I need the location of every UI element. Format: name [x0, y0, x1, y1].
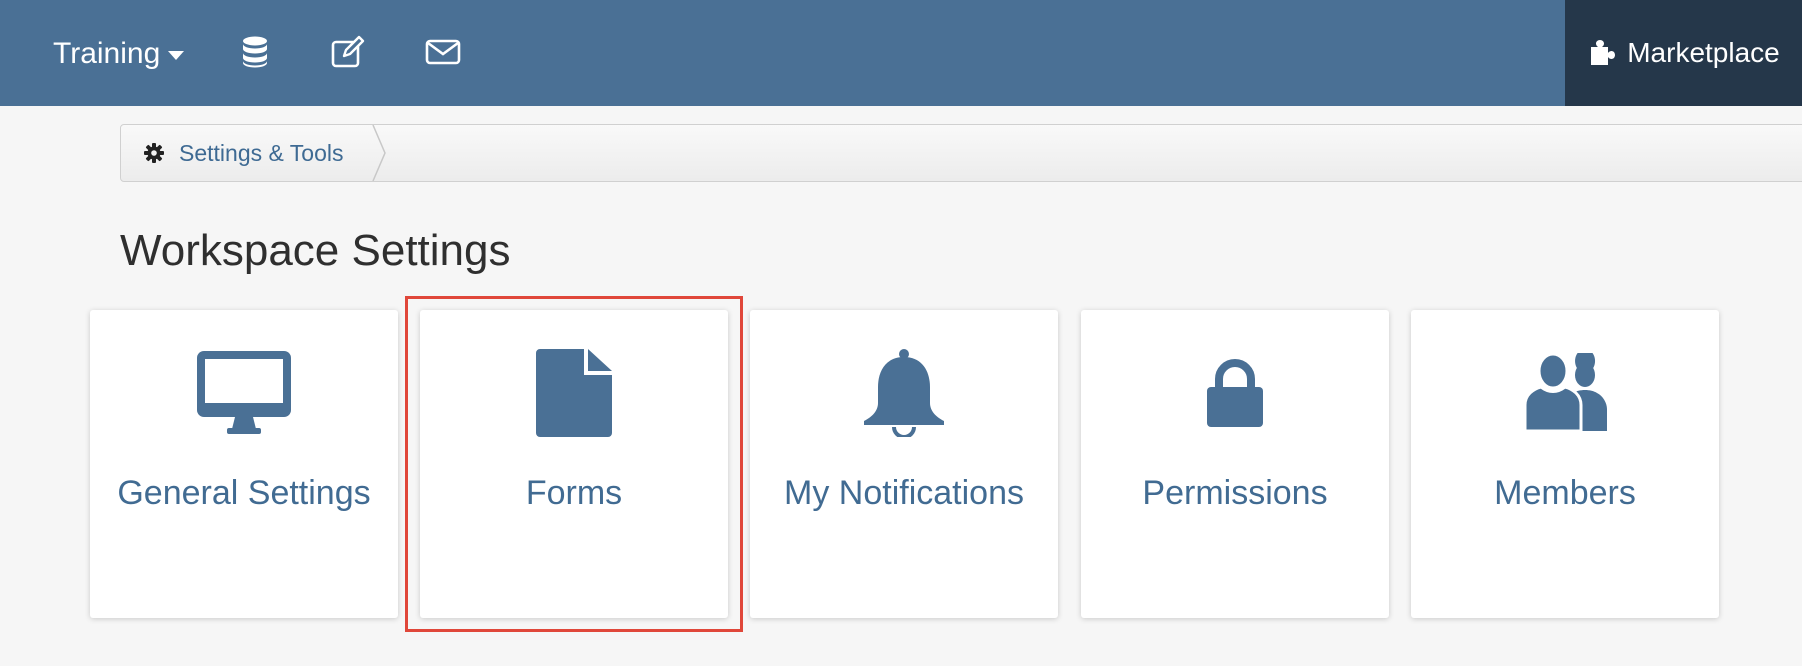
- workspace-label: Training: [53, 37, 161, 70]
- breadcrumb-label: Settings & Tools: [179, 139, 344, 166]
- marketplace-button[interactable]: Marketplace: [1565, 0, 1802, 106]
- document-icon: [536, 348, 612, 438]
- top-navbar: Training Marketplace: [0, 0, 1802, 106]
- database-icon[interactable]: [237, 34, 273, 70]
- tile-general-settings[interactable]: General Settings: [90, 310, 398, 618]
- breadcrumb-settings-tools[interactable]: Settings & Tools: [121, 125, 377, 181]
- page-title: Workspace Settings: [120, 226, 511, 275]
- users-icon: [1521, 348, 1609, 438]
- tile-label: Members: [1494, 474, 1636, 512]
- tile-members[interactable]: Members: [1411, 310, 1719, 618]
- tile-label: General Settings: [117, 474, 371, 512]
- edit-icon[interactable]: [330, 34, 366, 70]
- marketplace-label: Marketplace: [1627, 37, 1780, 68]
- tile-label: Forms: [525, 474, 623, 512]
- monitor-icon: [197, 348, 291, 438]
- tile-label: My Notifications: [784, 474, 1024, 512]
- tile-my-notifications[interactable]: My Notifications: [750, 310, 1058, 618]
- workspace-dropdown[interactable]: Training: [53, 36, 185, 72]
- breadcrumb-separator: [371, 125, 391, 181]
- mail-icon[interactable]: [425, 34, 461, 70]
- bell-icon: [862, 348, 946, 438]
- tile-permissions[interactable]: Permissions: [1081, 310, 1389, 618]
- lock-icon: [1205, 348, 1265, 438]
- gear-icon: [143, 142, 165, 164]
- tile-label: Permissions: [1142, 474, 1328, 512]
- breadcrumb: Settings & Tools: [120, 124, 1802, 182]
- tile-forms[interactable]: Forms: [420, 310, 728, 618]
- caret-down-icon: [168, 51, 185, 60]
- puzzle-icon: [1591, 40, 1616, 65]
